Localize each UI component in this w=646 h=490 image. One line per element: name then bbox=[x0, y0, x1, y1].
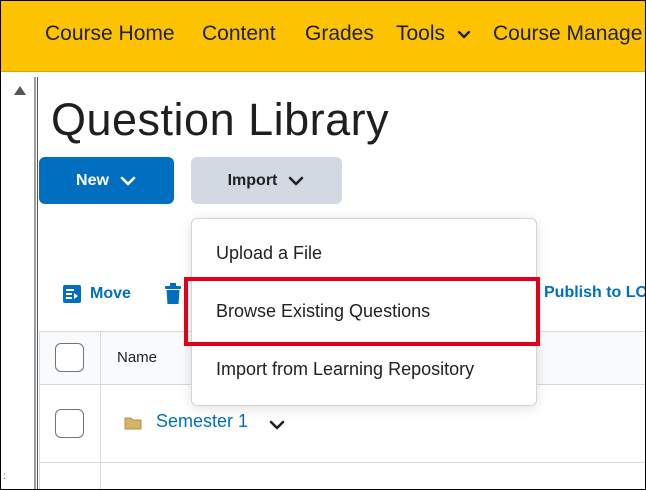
page-title: Question Library bbox=[51, 94, 390, 145]
new-button-label: New bbox=[76, 171, 109, 189]
nav-course-management[interactable]: Course Manage bbox=[493, 22, 642, 46]
import-button[interactable]: Import bbox=[191, 157, 342, 204]
folder-link-semester-1[interactable]: Semester 1 bbox=[156, 411, 248, 432]
rail-divider bbox=[34, 77, 36, 489]
course-navbar: Course Home Content Grades Tools Course … bbox=[1, 1, 645, 72]
chevron-down-icon bbox=[120, 176, 136, 185]
move-label: Move bbox=[90, 285, 131, 302]
chevron-down-icon bbox=[457, 31, 471, 39]
left-rail bbox=[1, 72, 34, 489]
table-border bbox=[39, 331, 40, 489]
import-button-label: Import bbox=[227, 171, 278, 189]
chevron-down-icon bbox=[289, 176, 304, 185]
folder-icon bbox=[124, 417, 142, 430]
column-header-name[interactable]: Name bbox=[117, 349, 157, 366]
app-window: Course Home Content Grades Tools Course … bbox=[0, 0, 646, 490]
new-button[interactable]: New bbox=[39, 157, 174, 204]
menu-item-upload-file[interactable]: Upload a File bbox=[216, 243, 322, 264]
rail-divider-inner bbox=[37, 77, 38, 489]
table-column-divider bbox=[100, 331, 101, 489]
select-all-checkbox[interactable] bbox=[55, 343, 84, 372]
rail-marker: : bbox=[3, 471, 6, 482]
row-checkbox[interactable] bbox=[55, 409, 84, 438]
table-row-divider bbox=[39, 462, 645, 463]
menu-item-import-learning-repository[interactable]: Import from Learning Repository bbox=[216, 359, 474, 380]
chevron-down-icon[interactable] bbox=[268, 419, 286, 431]
move-button[interactable]: Move bbox=[62, 283, 131, 305]
nav-content[interactable]: Content bbox=[202, 22, 276, 46]
move-icon bbox=[63, 285, 81, 303]
scroll-up-arrow-icon[interactable] bbox=[14, 86, 26, 95]
nav-tools-label: Tools bbox=[396, 22, 446, 45]
nav-course-home[interactable]: Course Home bbox=[45, 22, 175, 46]
publish-to-lor-button[interactable]: Publish to LO bbox=[544, 284, 645, 302]
highlight-annotation-box bbox=[184, 277, 540, 346]
delete-icon[interactable] bbox=[164, 283, 182, 305]
nav-tools[interactable]: Tools bbox=[396, 22, 471, 46]
nav-grades[interactable]: Grades bbox=[305, 22, 374, 46]
